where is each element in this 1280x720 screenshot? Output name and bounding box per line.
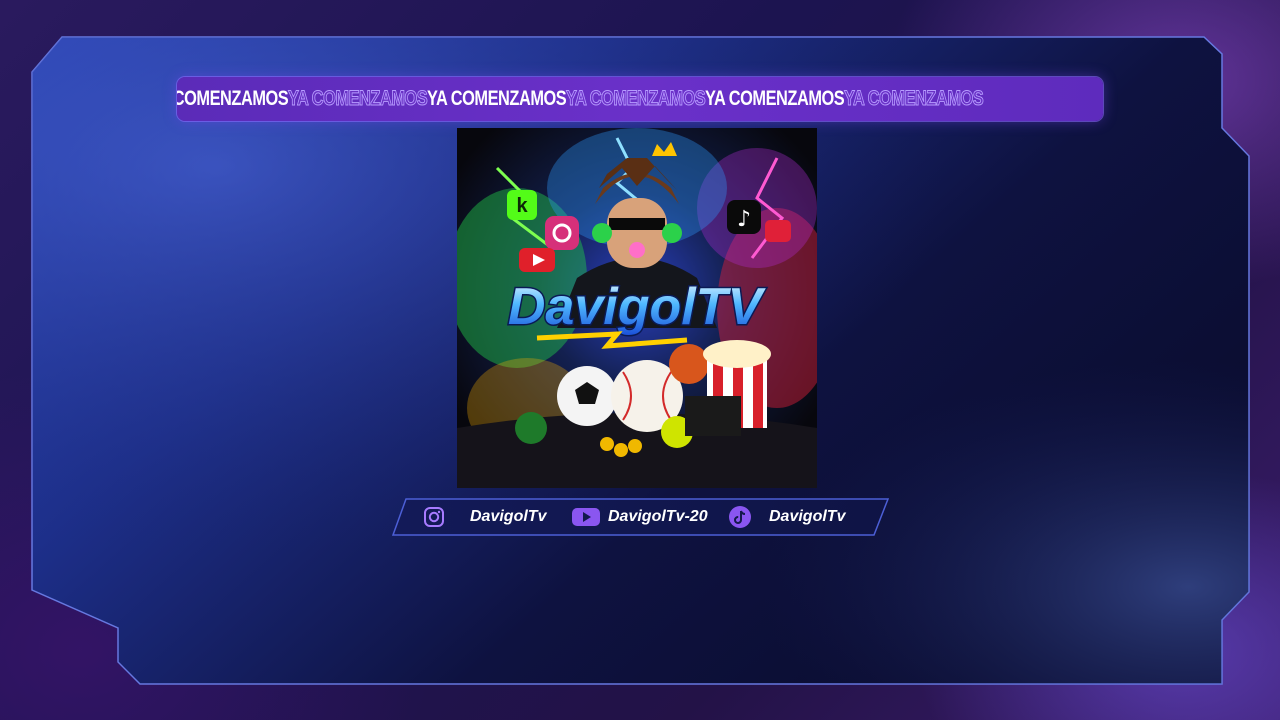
- ticker-text: YA COMENZAMOS: [288, 87, 428, 111]
- svg-text:♪: ♪: [737, 207, 751, 232]
- ticker-text: YA COMENZAMOS: [844, 87, 984, 111]
- svg-text:k: k: [516, 195, 528, 217]
- svg-text:DavigolTV: DavigolTV: [508, 278, 767, 336]
- youtube-handle: DavigolTv-20: [608, 508, 708, 525]
- artwork-logo-text: DavigolTV: [508, 278, 767, 336]
- instagram-handle: DavigolTv: [470, 508, 547, 525]
- ticker-text: YA COMENZAMOS: [566, 87, 706, 111]
- social-tiktok[interactable]: DavigolTv: [728, 505, 845, 529]
- instagram-icon: [422, 505, 446, 529]
- stream-overlay: YA COMENZAMOS YA COMENZAMOS YA COMENZAMO…: [0, 0, 1280, 720]
- artwork-illustration: k ♪ DavigolTV: [457, 128, 817, 488]
- channel-artwork: k ♪ DavigolTV: [457, 128, 817, 488]
- social-instagram[interactable]: DavigolTv: [422, 505, 546, 529]
- tiktok-handle: DavigolTv: [769, 508, 846, 525]
- ticker-text: YA COMENZAMOS: [177, 87, 289, 110]
- ticker-banner: YA COMENZAMOS YA COMENZAMOS YA COMENZAMO…: [177, 77, 1103, 121]
- tiktok-icon: [728, 505, 752, 529]
- ticker-text: YA COMENZAMOS: [427, 87, 567, 110]
- ticker-text: YA COMENZAMOS: [705, 87, 845, 110]
- ticker-track: YA COMENZAMOS YA COMENZAMOS YA COMENZAMO…: [177, 77, 984, 121]
- youtube-icon: [571, 505, 601, 529]
- social-youtube[interactable]: DavigolTv-20: [571, 505, 708, 529]
